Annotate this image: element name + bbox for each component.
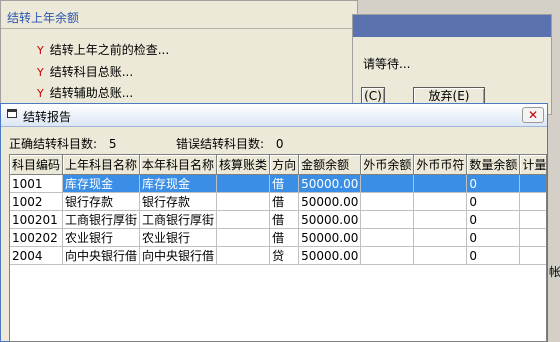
cell-qty[interactable]: 0 bbox=[466, 192, 521, 211]
cell-cur-name[interactable]: 农业银行 bbox=[139, 228, 218, 247]
report-title: 结转报告 bbox=[23, 110, 72, 124]
cell-cur-name[interactable]: 工商银行厚街 bbox=[139, 210, 218, 229]
step-aux-ledger: Y 结转辅助总账... bbox=[37, 86, 133, 100]
cell-unit[interactable] bbox=[519, 192, 546, 211]
table-row[interactable]: 1001 库存现金 库存现金 借 50000.00 0 bbox=[10, 174, 546, 193]
table-row[interactable]: 2004 向中央银行借 向中央银行借 贷 50000.00 0 bbox=[10, 246, 546, 265]
cell-fx-symbol[interactable] bbox=[413, 246, 468, 265]
col-header[interactable]: 科目编码 bbox=[10, 155, 64, 175]
cell-amount[interactable]: 50000.00 bbox=[298, 228, 362, 247]
table-row[interactable]: 100202 农业银行 农业银行 借 50000.00 0 bbox=[10, 228, 546, 247]
report-titlebar: 结转报告 ✕ bbox=[1, 104, 547, 127]
cell-qty[interactable]: 0 bbox=[466, 246, 521, 265]
close-button[interactable]: ✕ bbox=[522, 107, 544, 123]
col-header[interactable]: 方向 bbox=[269, 155, 300, 175]
correct-count-value: 5 bbox=[108, 137, 117, 151]
close-icon: ✕ bbox=[527, 108, 539, 122]
cell-acct-type[interactable] bbox=[216, 174, 271, 193]
check-mark-icon: Y bbox=[37, 87, 44, 100]
cell-fx-amount[interactable] bbox=[360, 210, 415, 229]
cell-qty[interactable]: 0 bbox=[466, 174, 521, 193]
carryover-dialog-title: 结转上年余额 bbox=[7, 11, 80, 25]
background-text-fragment: 帐 bbox=[549, 265, 560, 279]
cell-direction[interactable]: 借 bbox=[269, 228, 300, 247]
check-mark-icon: Y bbox=[37, 66, 44, 79]
error-count-row: 错误结转科目数: 0 bbox=[176, 135, 284, 152]
col-header[interactable]: 计量单 bbox=[519, 155, 546, 175]
cell-unit[interactable] bbox=[519, 246, 546, 265]
col-header[interactable]: 外币余额 bbox=[360, 155, 415, 175]
table-row[interactable]: 1002 银行存款 银行存款 借 50000.00 0 bbox=[10, 192, 546, 211]
cell-fx-symbol[interactable] bbox=[413, 192, 468, 211]
cell-unit[interactable] bbox=[519, 174, 546, 193]
correct-count-row: 正确结转科目数: 5 bbox=[9, 135, 117, 152]
cell-unit[interactable] bbox=[519, 210, 546, 229]
error-count-label: 错误结转科目数: bbox=[176, 137, 265, 151]
cell-direction[interactable]: 借 bbox=[269, 210, 300, 229]
cell-qty[interactable]: 0 bbox=[466, 210, 521, 229]
cell-amount[interactable]: 50000.00 bbox=[298, 192, 362, 211]
cell-fx-symbol[interactable] bbox=[413, 228, 468, 247]
col-header[interactable]: 金额余额 bbox=[298, 155, 362, 175]
report-table: 科目编码 上年科目名称 本年科目名称 核算账类 方向 金额余额 外币余额 外币币… bbox=[10, 155, 546, 265]
cell-prev-name[interactable]: 银行存款 bbox=[62, 192, 141, 211]
cell-cur-name[interactable]: 向中央银行借 bbox=[139, 246, 218, 265]
cell-qty[interactable]: 0 bbox=[466, 228, 521, 247]
cell-prev-name[interactable]: 向中央银行借 bbox=[62, 246, 141, 265]
cell-code[interactable]: 100202 bbox=[10, 228, 64, 247]
table-row[interactable]: 100201 工商银行厚街 工商银行厚街 借 50000.00 0 bbox=[10, 210, 546, 229]
step-label: 结转辅助总账... bbox=[49, 86, 134, 100]
cell-prev-name[interactable]: 工商银行厚街 bbox=[62, 210, 141, 229]
wait-message: 请等待... bbox=[363, 57, 411, 71]
col-header[interactable]: 数量余额 bbox=[466, 155, 521, 175]
cell-direction[interactable]: 贷 bbox=[269, 246, 300, 265]
cell-acct-type[interactable] bbox=[216, 210, 271, 229]
col-header[interactable]: 外币币符 bbox=[413, 155, 468, 175]
cell-cur-name[interactable]: 库存现金 bbox=[139, 174, 218, 193]
cell-code[interactable]: 2004 bbox=[10, 246, 64, 265]
cell-fx-amount[interactable] bbox=[360, 174, 415, 193]
divider bbox=[1, 28, 357, 29]
cell-fx-symbol[interactable] bbox=[413, 210, 468, 229]
cell-prev-name[interactable]: 农业银行 bbox=[62, 228, 141, 247]
cell-cur-name[interactable]: 银行存款 bbox=[139, 192, 218, 211]
step-ledger: Y 结转科目总账... bbox=[37, 65, 133, 79]
cell-fx-amount[interactable] bbox=[360, 228, 415, 247]
carryover-report-window: 结转报告 ✕ 正确结转科目数: 5 错误结转科目数: 0 科目编码 上年科目名称… bbox=[0, 103, 548, 342]
step-label: 结转上年之前的检查... bbox=[49, 43, 170, 57]
cell-code[interactable]: 100201 bbox=[10, 210, 64, 229]
wait-dialog-titlebar bbox=[353, 15, 551, 37]
cell-acct-type[interactable] bbox=[216, 192, 271, 211]
cell-prev-name[interactable]: 库存现金 bbox=[62, 174, 141, 193]
cell-amount[interactable]: 50000.00 bbox=[298, 174, 362, 193]
cell-acct-type[interactable] bbox=[216, 246, 271, 265]
error-count-value: 0 bbox=[275, 137, 284, 151]
cell-fx-amount[interactable] bbox=[360, 246, 415, 265]
cell-code[interactable]: 1002 bbox=[10, 192, 64, 211]
step-label: 结转科目总账... bbox=[49, 65, 134, 79]
check-mark-icon: Y bbox=[37, 44, 44, 57]
cell-direction[interactable]: 借 bbox=[269, 174, 300, 193]
col-header[interactable]: 上年科目名称 bbox=[62, 155, 141, 175]
cell-acct-type[interactable] bbox=[216, 228, 271, 247]
wait-dialog: 请等待... (C) 放弃(E) bbox=[352, 14, 552, 115]
col-header[interactable]: 核算账类 bbox=[216, 155, 271, 175]
correct-count-label: 正确结转科目数: bbox=[9, 137, 98, 151]
cell-fx-amount[interactable] bbox=[360, 192, 415, 211]
window-icon bbox=[7, 109, 17, 118]
cell-code[interactable]: 1001 bbox=[10, 174, 64, 193]
cell-direction[interactable]: 借 bbox=[269, 192, 300, 211]
cell-fx-symbol[interactable] bbox=[413, 174, 468, 193]
step-check: Y 结转上年之前的检查... bbox=[37, 43, 169, 57]
header-row: 科目编码 上年科目名称 本年科目名称 核算账类 方向 金额余额 外币余额 外币币… bbox=[10, 155, 546, 175]
col-header[interactable]: 本年科目名称 bbox=[139, 155, 218, 175]
carryover-dialog: 结转上年余额 Y 结转上年之前的检查... Y 结转科目总账... Y 结转辅助总账.… bbox=[0, 0, 358, 115]
report-grid[interactable]: 科目编码 上年科目名称 本年科目名称 核算账类 方向 金额余额 外币余额 外币币… bbox=[9, 154, 547, 342]
cell-unit[interactable] bbox=[519, 228, 546, 247]
cell-amount[interactable]: 50000.00 bbox=[298, 210, 362, 229]
cell-amount[interactable]: 50000.00 bbox=[298, 246, 362, 265]
